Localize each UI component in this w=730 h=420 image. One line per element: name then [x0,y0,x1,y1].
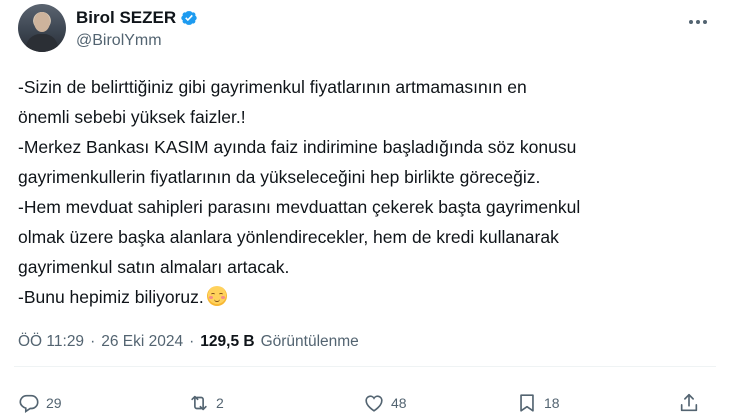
divider [14,366,716,367]
tweet-line: gayrimenkul satın almaları artacak. [18,257,290,277]
more-dot [689,20,693,24]
tweet-text: -Sizin de belirttiğiniz gibi gayrimenkul… [18,72,718,312]
heart-icon [365,395,383,412]
tweet-line: gayrimenkullerin fiyatlarının da yüksele… [18,167,541,187]
views-label: Görüntülenme [260,333,359,350]
tweet-date[interactable]: 26 Eki 2024 [101,333,183,351]
like-button[interactable]: 48 [363,392,407,414]
more-dot [696,20,700,24]
tweet-line: önemli sebebi yüksek faizler.! [18,107,246,127]
tweet-time[interactable]: ÖÖ 11:29 [18,333,84,351]
avatar-face [34,12,50,32]
bookmark-icon [520,394,534,412]
bookmark-button[interactable]: 18 [516,392,560,414]
tweet-line: -Merkez Bankası KASIM ayında faiz indiri… [18,137,577,157]
reply-count: 29 [46,395,62,411]
tweet-line: olmak üzere başka alanlara yönlendirecek… [18,227,559,247]
tweet-meta: ÖÖ 11:29 · 26 Eki 2024 · 129,5 B Görüntü… [18,333,359,351]
tweet-last-line: -Bunu hepimiz biliyoruz. [18,282,718,312]
views-count: 129,5 B [200,333,255,350]
tweet-line: -Hem mevduat sahipleri parasını mevduatt… [18,197,581,217]
author-handle[interactable]: @BirolYmm [76,32,162,50]
meta-separator: · [189,333,195,350]
more-options-icon[interactable] [684,12,712,32]
repost-icon [191,395,207,411]
like-count: 48 [391,395,407,411]
meta-separator: · [90,333,96,350]
repost-count: 2 [216,395,224,411]
more-dot [703,20,707,24]
avatar-suit [26,34,58,52]
action-bar: 29 2 48 18 [18,392,708,420]
repost-button[interactable]: 2 [188,392,224,414]
author-display-name[interactable]: Birol SEZER [76,8,176,28]
share-button[interactable] [678,392,700,414]
share-icon [680,393,698,412]
bookmark-count: 18 [544,395,560,411]
tweet-header: Birol SEZER @BirolYmm [14,2,716,58]
verified-badge-icon [180,9,198,27]
reply-button[interactable]: 29 [18,392,62,414]
author-name-row: Birol SEZER [76,8,198,28]
smiling-face-emoji-icon [206,286,227,306]
tweet-line: -Bunu hepimiz biliyoruz. [18,287,204,307]
avatar[interactable] [18,4,66,52]
reply-icon [19,394,39,413]
tweet-line: -Sizin de belirttiğiniz gibi gayrimenkul… [18,77,527,97]
